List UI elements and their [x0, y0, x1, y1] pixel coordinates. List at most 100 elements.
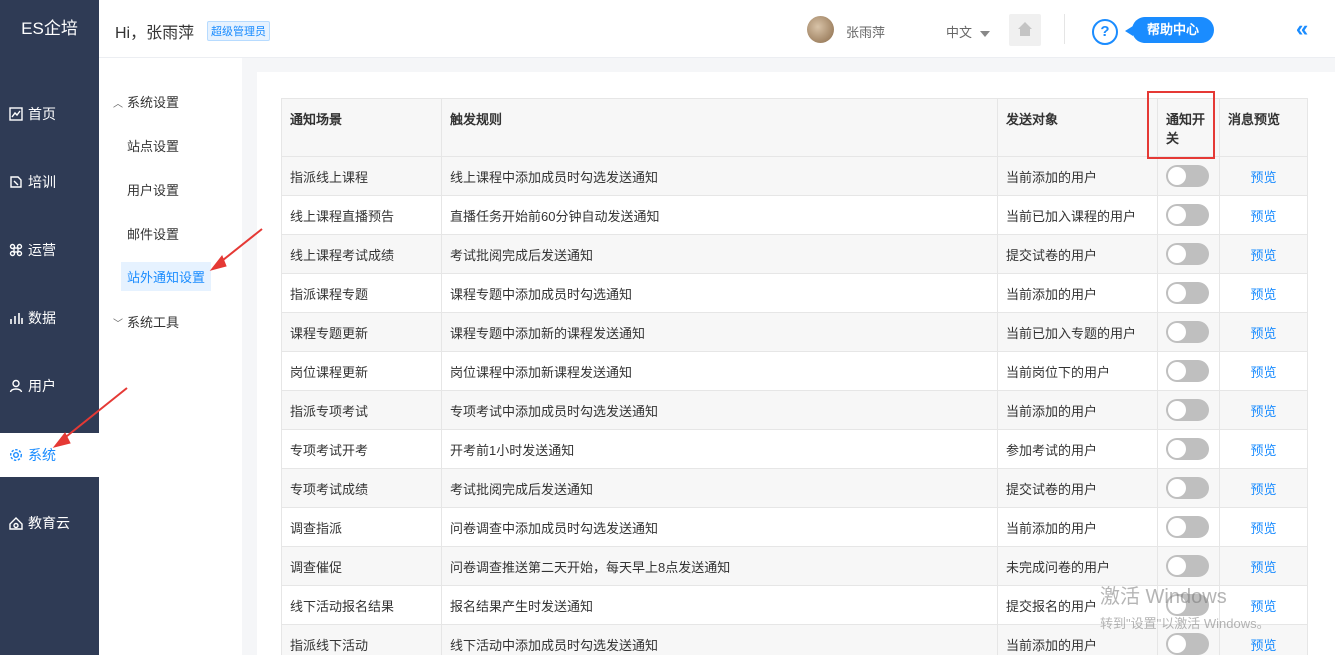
language-value: 中文	[946, 25, 973, 40]
cell-preview: 预览	[1219, 156, 1308, 196]
preview-link[interactable]: 预览	[1250, 287, 1276, 302]
notification-toggle[interactable]	[1166, 165, 1209, 187]
header-divider	[1064, 14, 1065, 44]
sidebar-item-operations[interactable]: 运营	[0, 228, 99, 272]
cell-switch	[1157, 351, 1220, 391]
table-row: 线上课程考试成绩 考试批阅完成后发送通知 提交试卷的用户 预览	[281, 234, 1308, 274]
notification-table: 通知场景 触发规则 发送对象 通知开关 消息预览 指派线上课程 线上课程中添加成员…	[281, 98, 1308, 655]
role-badge: 超级管理员	[207, 21, 270, 41]
preview-link[interactable]: 预览	[1250, 638, 1276, 653]
language-select[interactable]: 中文	[946, 22, 990, 41]
sidebar-item-system[interactable]: 系统	[0, 433, 99, 477]
cell-rule: 直播任务开始前60分钟自动发送通知	[441, 195, 998, 235]
sidebar-item-home[interactable]: 首页	[0, 92, 99, 136]
submenu-item-external-notify[interactable]: 站外通知设置	[121, 262, 212, 291]
cell-preview: 预览	[1219, 351, 1308, 391]
preview-link[interactable]: 预览	[1250, 248, 1276, 263]
preview-link[interactable]: 预览	[1250, 326, 1276, 341]
cell-rule: 线下活动中添加成员时勾选发送通知	[441, 624, 998, 655]
cell-target: 未完成问卷的用户	[997, 546, 1158, 586]
notification-toggle[interactable]	[1166, 516, 1209, 538]
notification-toggle[interactable]	[1166, 360, 1209, 382]
notification-toggle[interactable]	[1166, 438, 1209, 460]
main-content: 通知场景 触发规则 发送对象 通知开关 消息预览 指派线上课程 线上课程中添加成员…	[257, 72, 1335, 655]
preview-link[interactable]: 预览	[1250, 599, 1276, 614]
notification-toggle[interactable]	[1166, 477, 1209, 499]
table-row: 调查指派 问卷调查中添加成员时勾选发送通知 当前添加的用户 预览	[281, 507, 1308, 547]
notification-toggle[interactable]	[1166, 399, 1209, 421]
help-question-icon[interactable]: ?	[1092, 19, 1118, 45]
sidebar-item-label: 教育云	[28, 515, 70, 531]
submenu-item-mail-settings[interactable]: 邮件设置	[127, 224, 179, 243]
preview-link[interactable]: 预览	[1250, 365, 1276, 380]
avatar[interactable]	[807, 16, 834, 43]
notification-toggle[interactable]	[1166, 555, 1209, 577]
help-center-button[interactable]: 帮助中心	[1125, 17, 1214, 43]
preview-link[interactable]: 预览	[1250, 404, 1276, 419]
username[interactable]: 张雨萍	[846, 22, 885, 41]
notification-toggle[interactable]	[1166, 321, 1209, 343]
cell-target: 参加考试的用户	[997, 429, 1158, 469]
cell-scene: 指派课程专题	[281, 273, 442, 313]
cell-switch	[1157, 195, 1220, 235]
secondary-menu: ︿ 系统设置 站点设置 用户设置 邮件设置 站外通知设置 ﹀ 系统工具	[99, 58, 242, 655]
cell-preview: 预览	[1219, 390, 1308, 430]
brand-logo[interactable]: ES企培	[0, 0, 99, 58]
sidebar-item-users[interactable]: 用户	[0, 364, 99, 408]
table-row: 指派课程专题 课程专题中添加成员时勾选通知 当前添加的用户 预览	[281, 273, 1308, 313]
cell-rule: 问卷调查中添加成员时勾选发送通知	[441, 507, 998, 547]
submenu-item-site-settings[interactable]: 站点设置	[127, 136, 179, 155]
submenu-group-label: 系统设置	[127, 95, 180, 110]
cell-switch	[1157, 273, 1220, 313]
table-row: 专项考试成绩 考试批阅完成后发送通知 提交试卷的用户 预览	[281, 468, 1308, 508]
cell-switch	[1157, 507, 1220, 547]
cloud-icon	[9, 516, 23, 530]
notification-toggle[interactable]	[1166, 282, 1209, 304]
notification-toggle[interactable]	[1166, 594, 1209, 616]
cell-target: 当前添加的用户	[997, 507, 1158, 547]
sidebar-item-training[interactable]: 培训	[0, 160, 99, 204]
cell-switch	[1157, 585, 1220, 625]
notification-toggle[interactable]	[1166, 633, 1209, 655]
preview-link[interactable]: 预览	[1250, 209, 1276, 224]
cell-target: 当前已加入课程的用户	[997, 195, 1158, 235]
cell-rule: 课程专题中添加新的课程发送通知	[441, 312, 998, 352]
preview-link[interactable]: 预览	[1250, 521, 1276, 536]
column-header-target: 发送对象	[997, 98, 1158, 157]
notification-toggle[interactable]	[1166, 204, 1209, 226]
cell-scene: 岗位课程更新	[281, 351, 442, 391]
cell-preview: 预览	[1219, 624, 1308, 655]
caret-down-icon	[979, 30, 990, 37]
chevron-up-icon: ︿	[113, 99, 123, 110]
cell-rule: 问卷调查推送第二天开始，每天早上8点发送通知	[441, 546, 998, 586]
sidebar-item-data[interactable]: 数据	[0, 296, 99, 340]
sidebar-item-label: 首页	[28, 106, 56, 122]
table-row: 专项考试开考 开考前1小时发送通知 参加考试的用户 预览	[281, 429, 1308, 469]
home-button[interactable]	[1009, 14, 1041, 46]
submenu-group-system-tools[interactable]: ﹀ 系统工具	[113, 312, 179, 331]
submenu-item-user-settings[interactable]: 用户设置	[127, 180, 179, 199]
home-icon	[1016, 20, 1034, 41]
sidebar-item-edu-cloud[interactable]: 教育云	[0, 501, 99, 545]
book-icon	[9, 175, 23, 189]
cell-preview: 预览	[1219, 507, 1308, 547]
table-header-row: 通知场景 触发规则 发送对象 通知开关 消息预览	[281, 98, 1308, 157]
table-row: 线上课程直播预告 直播任务开始前60分钟自动发送通知 当前已加入课程的用户 预览	[281, 195, 1308, 235]
collapse-menu-icon[interactable]: «	[1296, 16, 1308, 42]
cell-switch	[1157, 468, 1220, 508]
notification-toggle[interactable]	[1166, 243, 1209, 265]
command-icon	[9, 243, 23, 257]
table-row: 调查催促 问卷调查推送第二天开始，每天早上8点发送通知 未完成问卷的用户 预览	[281, 546, 1308, 586]
preview-link[interactable]: 预览	[1250, 482, 1276, 497]
cell-scene: 指派线上课程	[281, 156, 442, 196]
cell-target: 当前添加的用户	[997, 390, 1158, 430]
submenu-group-system-settings[interactable]: ︿ 系统设置	[113, 92, 179, 111]
cell-rule: 考试批阅完成后发送通知	[441, 234, 998, 274]
cell-switch	[1157, 429, 1220, 469]
preview-link[interactable]: 预览	[1250, 443, 1276, 458]
column-header-rule: 触发规则	[441, 98, 998, 157]
preview-link[interactable]: 预览	[1250, 560, 1276, 575]
preview-link[interactable]: 预览	[1250, 170, 1276, 185]
cell-target: 提交试卷的用户	[997, 234, 1158, 274]
sidebar-item-label: 培训	[28, 174, 56, 190]
